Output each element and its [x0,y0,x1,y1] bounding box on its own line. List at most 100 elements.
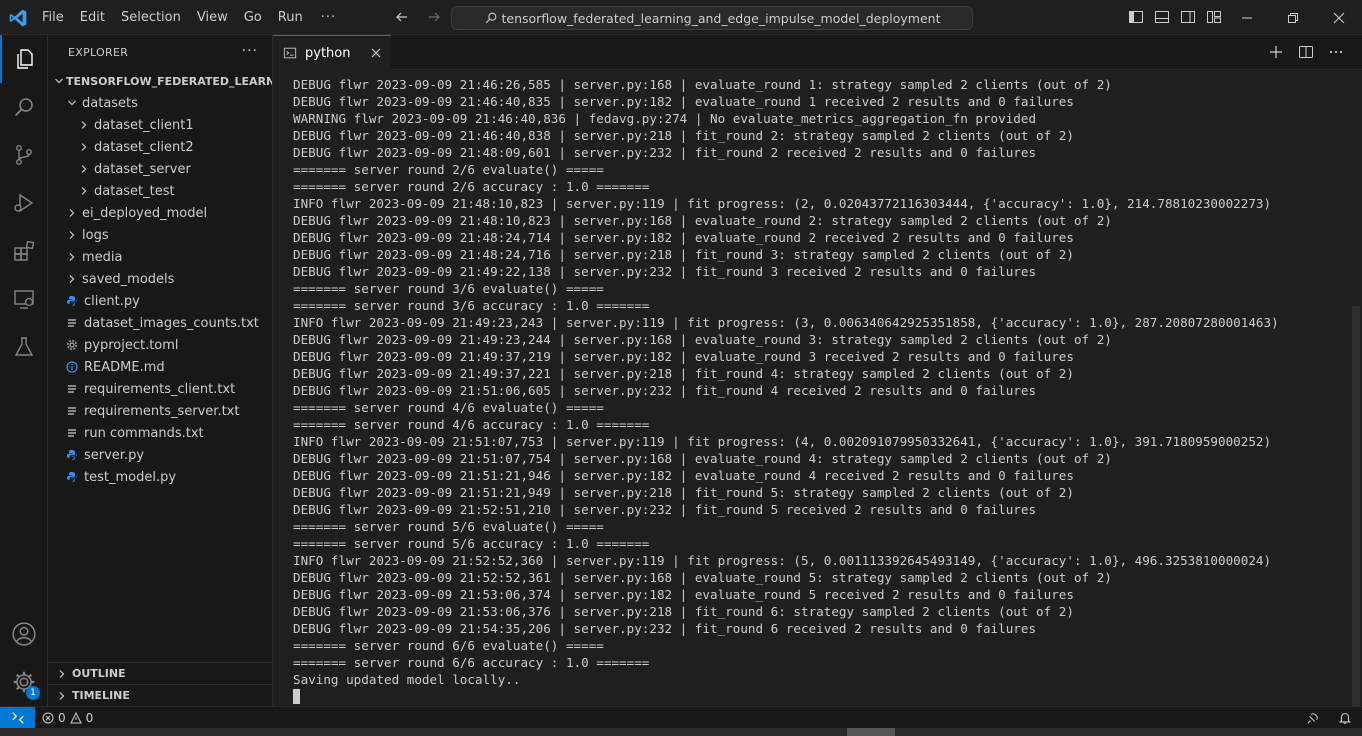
tree-item[interactable]: saved_models [48,268,272,290]
tree-item-label: media [82,249,123,265]
command-center-search[interactable]: tensorflow_federated_learning_and_edge_i… [451,6,973,30]
terminal-line: DEBUG flwr 2023-09-09 21:48:09,601 | ser… [293,145,1037,160]
tree-item-label: saved_models [82,271,175,287]
timeline-section[interactable]: TIMELINE [48,684,273,706]
tree-item[interactable]: requirements_server.txt [48,400,272,422]
tree-item[interactable]: datasets [48,92,272,114]
toggle-primary-sidebar-icon[interactable] [1128,9,1144,25]
chevron-right-icon [76,183,92,199]
split-editor-icon[interactable] [1298,44,1314,60]
minimize-icon [1242,17,1252,18]
tree-item[interactable]: dataset_images_counts.txt [48,312,272,334]
explorer-title: EXPLORER [68,46,129,59]
terminal-line: DEBUG flwr 2023-09-09 21:48:24,714 | ser… [293,230,1074,245]
terminal-line: DEBUG flwr 2023-09-09 21:46:40,835 | ser… [293,94,1074,109]
workspace-root[interactable]: TENSORFLOW_FEDERATED_LEARNIN... [48,70,272,92]
activity-extensions[interactable] [0,227,48,275]
menu-selection[interactable]: Selection [113,10,189,25]
close-icon [1333,12,1345,23]
explorer-header: EXPLORER ··· [48,35,272,70]
text-file-icon [64,317,80,329]
terminal-prompt[interactable] [293,688,1279,705]
close-icon[interactable] [369,46,383,60]
tree-item-label: dataset_client2 [94,139,194,155]
terminal-line: ======= server round 4/6 accuracy : 1.0 … [293,417,650,432]
terminal-line: DEBUG flwr 2023-09-09 21:54:35,206 | ser… [293,621,1037,636]
toggle-secondary-sidebar-icon[interactable] [1180,9,1196,25]
bell-icon[interactable] [1338,711,1352,725]
tree-item[interactable]: README.md [48,356,272,378]
tab-python-terminal[interactable]: python [273,35,391,70]
chevron-right-icon [64,271,80,287]
tree-item[interactable]: client.py [48,290,272,312]
terminal-cursor [293,689,300,704]
menu-run[interactable]: Run [270,10,311,25]
terminal-line: ======= server round 3/6 accuracy : 1.0 … [293,298,650,313]
tree-item[interactable]: pyproject.toml [48,334,272,356]
tree-item[interactable]: requirements_client.txt [48,378,272,400]
tree-item-label: client.py [84,293,140,309]
activity-manage[interactable]: 1 [0,658,48,706]
account-icon [12,622,36,646]
restore-button[interactable] [1270,0,1316,35]
activity-accounts[interactable] [0,610,48,658]
outline-section[interactable]: OUTLINE [48,662,273,684]
terminal-line: INFO flwr 2023-09-09 21:49:23,243 | serv… [293,315,1279,330]
terminal-icon [283,47,297,59]
tree-item[interactable]: run commands.txt [48,422,272,444]
menu-go[interactable]: Go [236,10,270,25]
activity-testing[interactable] [0,323,48,371]
tree-item[interactable]: test_model.py [48,466,272,488]
terminal-line: ======= server round 4/6 evaluate() ====… [293,400,604,415]
terminal-scrollbar[interactable] [1352,306,1360,706]
tree-item[interactable]: server.py [48,444,272,466]
manage-badge: 1 [26,686,40,700]
explorer-more-actions[interactable]: ··· [242,43,258,59]
back-arrow-icon[interactable] [394,9,410,25]
tree-item[interactable]: dataset_test [48,180,272,202]
activity-search[interactable] [0,83,48,131]
terminal-line: DEBUG flwr 2023-09-09 21:53:06,374 | ser… [293,587,1074,602]
forward-arrow-icon[interactable] [426,9,442,25]
text-file-icon [64,427,80,439]
taskbar-app[interactable] [847,728,895,736]
error-count: 0 [58,711,66,725]
search-icon [14,98,33,117]
menu-more[interactable]: ··· [311,10,344,25]
chevron-right-icon [76,117,92,133]
minimize-button[interactable] [1224,0,1270,35]
activity-explorer[interactable] [0,35,48,83]
gear-file-icon [64,339,80,351]
tree-item[interactable]: dataset_server [48,158,272,180]
remote-indicator[interactable] [0,707,35,729]
terminal-line: DEBUG flwr 2023-09-09 21:51:21,946 | ser… [293,468,1074,483]
problems-indicator[interactable]: 0 0 [42,707,93,729]
tree-item[interactable]: dataset_client2 [48,136,272,158]
tree-item[interactable]: ei_deployed_model [48,202,272,224]
activity-source-control[interactable] [0,131,48,179]
python-file-icon [64,295,80,307]
close-window-button[interactable] [1316,0,1362,35]
menu-file[interactable]: File [34,10,72,25]
tree-item[interactable]: media [48,246,272,268]
activity-remote-explorer[interactable] [0,275,48,323]
terminal-line: ======= server round 2/6 accuracy : 1.0 … [293,179,650,194]
terminal-line: ======= server round 5/6 evaluate() ====… [293,519,604,534]
python-file-icon [64,471,80,483]
terminal-line: DEBUG flwr 2023-09-09 21:49:37,219 | ser… [293,349,1074,364]
new-terminal-icon[interactable] [1268,44,1284,60]
terminal-output: DEBUG flwr 2023-09-09 21:46:26,585 | ser… [293,76,1279,705]
tree-item[interactable]: dataset_client1 [48,114,272,136]
outline-label: OUTLINE [72,667,126,680]
terminal-panel[interactable]: DEBUG flwr 2023-09-09 21:46:26,585 | ser… [273,70,1362,706]
tree-item[interactable]: logs [48,224,272,246]
more-actions-icon[interactable] [1328,44,1344,60]
toggle-panel-icon[interactable] [1154,9,1170,25]
feedback-icon[interactable] [1306,711,1320,725]
activity-run-debug[interactable] [0,179,48,227]
chevron-down-icon [64,95,80,111]
customize-layout-icon[interactable] [1206,9,1222,25]
menu-edit[interactable]: Edit [72,10,113,25]
menu-view[interactable]: View [189,10,236,25]
chevron-right-icon [64,249,80,265]
